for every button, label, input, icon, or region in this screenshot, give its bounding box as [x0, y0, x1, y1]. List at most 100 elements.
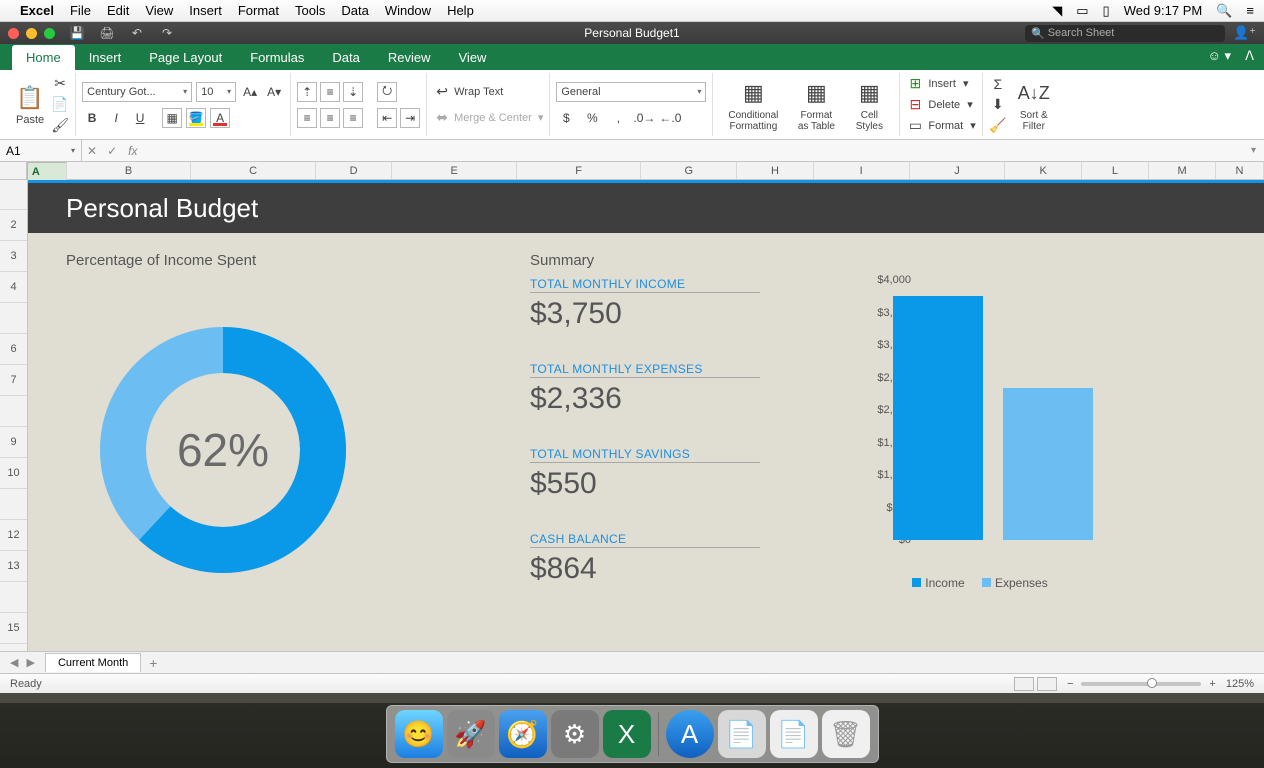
bold-button[interactable]: B	[82, 108, 102, 128]
row-header-9[interactable]: 9	[0, 427, 27, 458]
col-header-L[interactable]: L	[1082, 162, 1149, 179]
align-right-icon[interactable]: ≡	[343, 108, 363, 128]
name-box[interactable]: A1▾	[0, 140, 82, 161]
appstore-icon[interactable]: A	[666, 710, 714, 758]
zoom-button[interactable]	[44, 28, 55, 39]
menu-tools[interactable]: Tools	[295, 3, 325, 18]
save-icon[interactable]: 💾	[69, 25, 85, 41]
settings-icon[interactable]: ⚙	[551, 710, 599, 758]
row-header-13[interactable]: 13	[0, 551, 27, 582]
align-top-icon[interactable]: ⇡	[297, 82, 317, 102]
align-middle-icon[interactable]: ≡	[320, 82, 340, 102]
worksheet-canvas[interactable]: Personal Budget Percentage of Income Spe…	[28, 180, 1264, 651]
font-size-select[interactable]: 10▾	[196, 82, 236, 102]
col-header-M[interactable]: M	[1149, 162, 1216, 179]
close-button[interactable]	[8, 28, 19, 39]
number-format-select[interactable]: General▾	[556, 82, 706, 102]
tab-insert[interactable]: Insert	[75, 45, 136, 70]
row-header-blank[interactable]	[0, 180, 27, 210]
increase-decimal-icon[interactable]: .0→	[634, 108, 654, 128]
zoom-slider[interactable]	[1081, 682, 1201, 686]
menu-file[interactable]: File	[70, 3, 91, 18]
underline-button[interactable]: U	[130, 108, 150, 128]
font-select[interactable]: Century Got...▾	[82, 82, 192, 102]
row-header-3[interactable]: 3	[0, 241, 27, 272]
battery-icon[interactable]: ▯	[1103, 3, 1110, 19]
cancel-formula-icon[interactable]: ✕	[82, 144, 102, 158]
col-header-G[interactable]: G	[641, 162, 737, 179]
sheet-nav-next-icon[interactable]: ▶	[22, 656, 38, 669]
row-header-10[interactable]: 10	[0, 458, 27, 489]
delete-cells-button[interactable]: Delete	[928, 99, 960, 111]
menu-view[interactable]: View	[145, 3, 173, 18]
zoom-value[interactable]: 125%	[1226, 678, 1254, 690]
tab-page-layout[interactable]: Page Layout	[135, 45, 236, 70]
fill-color-button[interactable]: 🪣	[186, 108, 206, 128]
add-sheet-button[interactable]: +	[141, 655, 165, 671]
sort-filter-button[interactable]: A↓ZSort & Filter	[1010, 76, 1058, 134]
zoom-in-button[interactable]: +	[1209, 678, 1215, 690]
col-header-F[interactable]: F	[517, 162, 641, 179]
cell-styles-button[interactable]: ▦Cell Styles	[845, 76, 893, 134]
spotlight-icon[interactable]: 🔍	[1216, 3, 1232, 19]
menu-insert[interactable]: Insert	[189, 3, 222, 18]
enter-formula-icon[interactable]: ✓	[102, 144, 122, 158]
decrease-decimal-icon[interactable]: ←.0	[660, 108, 680, 128]
border-button[interactable]: ▦	[162, 108, 182, 128]
row-header-6[interactable]: 6	[0, 334, 27, 365]
col-header-D[interactable]: D	[316, 162, 393, 179]
conditional-formatting-button[interactable]: ▦Conditional Formatting	[719, 76, 787, 134]
row-header-blank[interactable]	[0, 303, 27, 334]
zoom-out-button[interactable]: −	[1067, 678, 1073, 690]
menu-format[interactable]: Format	[238, 3, 279, 18]
sheet-nav-prev-icon[interactable]: ◀	[6, 656, 22, 669]
currency-icon[interactable]: $	[556, 108, 576, 128]
pages-icon[interactable]: 📄	[770, 710, 818, 758]
expand-formula-bar-icon[interactable]: ▾	[1243, 145, 1264, 156]
undo-icon[interactable]: ↶	[129, 25, 145, 41]
indent-increase-icon[interactable]: ⇥	[400, 108, 420, 128]
share-icon[interactable]: 👤⁺	[1233, 25, 1256, 41]
paste-button[interactable]: 📋 Paste	[12, 80, 48, 128]
fill-icon[interactable]: ⬇	[989, 96, 1007, 114]
launchpad-icon[interactable]: 🚀	[447, 710, 495, 758]
italic-button[interactable]: I	[106, 108, 126, 128]
merge-center-button[interactable]: Merge & Center	[454, 112, 532, 124]
redo-icon[interactable]: ↷	[159, 25, 175, 41]
row-header-blank[interactable]	[0, 582, 27, 613]
normal-view-button[interactable]	[1014, 677, 1034, 691]
wrap-text-button[interactable]: Wrap Text	[454, 86, 503, 98]
app-menu[interactable]: Excel	[20, 3, 54, 18]
percent-icon[interactable]: %	[582, 108, 602, 128]
col-header-N[interactable]: N	[1216, 162, 1264, 179]
tab-review[interactable]: Review	[374, 45, 445, 70]
comma-icon[interactable]: ,	[608, 108, 628, 128]
tab-view[interactable]: View	[445, 45, 501, 70]
clock[interactable]: Wed 9:17 PM	[1124, 3, 1203, 18]
excel-icon[interactable]: X	[603, 710, 651, 758]
format-cells-button[interactable]: Format	[928, 120, 963, 132]
menu-window[interactable]: Window	[385, 3, 431, 18]
format-painter-icon[interactable]: 🖌	[51, 117, 69, 135]
insert-cells-button[interactable]: Insert	[928, 78, 956, 90]
col-header-B[interactable]: B	[67, 162, 191, 179]
col-header-K[interactable]: K	[1005, 162, 1082, 179]
row-header-blank[interactable]	[0, 489, 27, 520]
menu-edit[interactable]: Edit	[107, 3, 129, 18]
finder-icon[interactable]: 😊	[395, 710, 443, 758]
orientation-icon[interactable]: ⭮	[377, 82, 397, 102]
align-bottom-icon[interactable]: ⇣	[343, 82, 363, 102]
doc-icon[interactable]: 📄	[718, 710, 766, 758]
increase-font-icon[interactable]: A▴	[240, 82, 260, 102]
font-color-button[interactable]: A	[210, 108, 230, 128]
status-menu-icon[interactable]: ◥	[1052, 3, 1062, 19]
list-icon[interactable]: ≡	[1246, 3, 1254, 18]
row-header-7[interactable]: 7	[0, 365, 27, 396]
smiley-icon[interactable]: ☺ ▾	[1208, 48, 1231, 64]
ribbon-collapse-icon[interactable]: ᐱ	[1245, 48, 1254, 64]
search-sheet-input[interactable]: 🔍 Search Sheet	[1025, 25, 1225, 42]
safari-icon[interactable]: 🧭	[499, 710, 547, 758]
col-header-J[interactable]: J	[910, 162, 1006, 179]
tab-formulas[interactable]: Formulas	[236, 45, 318, 70]
tab-data[interactable]: Data	[318, 45, 373, 70]
